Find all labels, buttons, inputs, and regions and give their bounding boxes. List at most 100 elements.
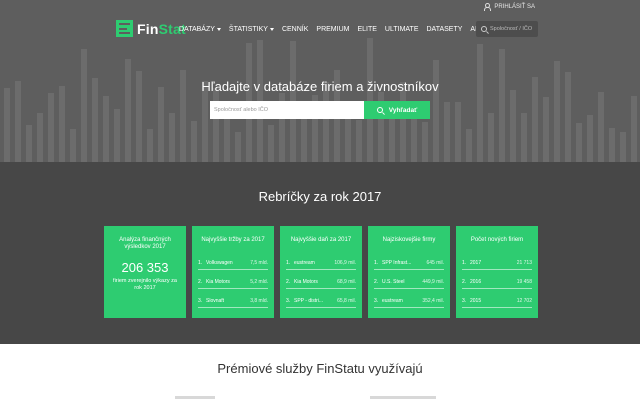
background-bar <box>59 86 65 162</box>
hero-section: PRIHLÁSIŤ SA FinStat DATABÁZY ŠTATISTIKY… <box>0 0 640 162</box>
background-bar <box>554 61 560 162</box>
nav-item-ultimate[interactable]: ULTIMATE <box>385 26 419 33</box>
value: 68,9 mil. <box>337 278 356 285</box>
background-bar <box>235 132 241 162</box>
header-search-placeholder: Spoločnosť / IČO <box>490 26 533 32</box>
background-bar <box>433 60 439 162</box>
rank: 3. <box>462 297 467 304</box>
ranking-card-ziskove[interactable]: Najziskovejšie firmy 1. SPP Infrast... 645… <box>368 226 450 318</box>
card-title: Počet nových firiem <box>470 237 524 243</box>
value: 12 702 <box>516 297 532 304</box>
card-big-number: 206 353 <box>121 260 169 276</box>
background-bar <box>268 125 274 162</box>
background-bar <box>488 113 494 162</box>
background-bar <box>510 90 516 162</box>
company-name: SPP - distri... <box>294 297 324 304</box>
nav-item-datasety[interactable]: DATASETY <box>427 26 463 33</box>
list-item[interactable]: 1. 2017 21 713 <box>462 256 532 270</box>
background-bar <box>587 115 593 162</box>
background-bar <box>114 109 120 162</box>
background-bar <box>598 92 604 162</box>
value: 21 713 <box>516 259 532 266</box>
list-item[interactable]: 2. U.S. Steel 449,9 mil. <box>374 275 444 289</box>
hero-search-button[interactable]: Vyhľadať <box>364 101 430 119</box>
background-bar <box>191 121 197 162</box>
background-bar <box>444 102 450 162</box>
background-bar <box>48 93 54 162</box>
nav-item-cennik[interactable]: CENNÍK <box>282 26 308 33</box>
rank: 1. <box>198 259 203 266</box>
finstat-logo-icon <box>116 20 133 37</box>
hero-search-button-label: Vyhľadať <box>388 106 418 114</box>
ranking-card-dan[interactable]: Najvyššie daň za 2017 1. eustream 106,9 mi… <box>280 226 362 318</box>
card-title: Najziskovejšie firmy <box>382 237 436 243</box>
nav-item-elite[interactable]: ELITE <box>357 26 376 33</box>
list-item[interactable]: 1. Volkswagen 7,5 mld. <box>198 256 268 270</box>
hero-title: Hľadajte v databáze firiem a živnostníko… <box>201 79 439 94</box>
rank: 3. <box>198 297 203 304</box>
rank: 3. <box>286 297 291 304</box>
rank: 2. <box>286 278 291 285</box>
background-bar <box>620 132 626 162</box>
nav-item-premium[interactable]: PREMIUM <box>316 26 349 33</box>
card-title: Najvyššie daň za 2017 <box>290 237 352 243</box>
ranking-card-nove-firmy[interactable]: Počet nových firiem 1. 2017 21 713 2. 2016 1… <box>456 226 538 318</box>
list-item[interactable]: 2. 2016 19 458 <box>462 275 532 289</box>
card-title: Analýza finančných výsledkov 2017 <box>119 237 171 251</box>
background-bar <box>125 59 131 162</box>
company-name: Volkswagen <box>206 259 233 266</box>
list-item[interactable]: 3. SPP - distri... 65,8 mil. <box>286 294 356 308</box>
nav-item-statistiky[interactable]: ŠTATISTIKY <box>229 26 274 33</box>
background-bar <box>323 82 329 162</box>
chevron-down-icon <box>269 27 274 31</box>
list-item[interactable]: 2. Kia Motors 5,2 mld. <box>198 275 268 289</box>
company-name: U.S. Steel <box>382 278 405 285</box>
list-item[interactable]: 3. 2015 12 702 <box>462 294 532 308</box>
rank: 3. <box>374 297 379 304</box>
nav-item-databazy[interactable]: DATABÁZY <box>179 26 221 33</box>
header-search-input[interactable]: Spoločnosť / IČO <box>476 21 538 37</box>
ranking-card-trzby[interactable]: Najvyššie tržby za 2017 1. Volkswagen 7,5 … <box>192 226 274 318</box>
value: 352,4 mil. <box>422 297 444 304</box>
background-bar <box>466 129 472 162</box>
background-bar <box>81 49 87 162</box>
background-bar <box>543 97 549 162</box>
company-name: eustream <box>382 297 403 304</box>
year: 2017 <box>470 259 482 266</box>
background-bar <box>477 44 483 162</box>
background-bar <box>301 118 307 162</box>
company-name: Kia Motors <box>206 278 230 285</box>
background-bar <box>609 128 615 162</box>
value: 5,2 mld. <box>250 278 268 285</box>
company-name: SPP Infrast... <box>382 259 412 266</box>
background-bar <box>455 102 461 162</box>
background-bar <box>224 119 230 162</box>
search-icon <box>481 26 487 32</box>
list-item[interactable]: 2. Kia Motors 68,9 mil. <box>286 275 356 289</box>
rank: 2. <box>198 278 203 285</box>
brand-name-part1: Fin <box>137 20 159 37</box>
login-link[interactable]: PRIHLÁSIŤ SA <box>483 3 535 11</box>
value: 106,9 mil. <box>334 259 356 266</box>
background-bar-chart <box>0 32 640 162</box>
list-item[interactable]: 1. eustream 106,9 mil. <box>286 256 356 270</box>
ranking-card-analyza[interactable]: Analýza finančných výsledkov 2017 206 35… <box>104 226 186 318</box>
background-bar <box>213 88 219 162</box>
finstat-logo[interactable]: FinStat <box>116 20 186 37</box>
premium-client-stub <box>175 396 215 399</box>
login-label: PRIHLÁSIŤ SA <box>494 3 535 10</box>
company-name: Kia Motors <box>294 278 318 285</box>
background-bar <box>158 87 164 162</box>
year: 2016 <box>470 278 482 285</box>
background-bar <box>37 113 43 162</box>
hero-search-input[interactable]: Spoločnosť alebo IČO <box>210 101 364 119</box>
background-bar <box>103 96 109 162</box>
list-item[interactable]: 1. SPP Infrast... 645 mil. <box>374 256 444 270</box>
background-bar <box>70 129 76 162</box>
background-bar <box>576 123 582 162</box>
list-item[interactable]: 3. eustream 352,4 mil. <box>374 294 444 308</box>
rank: 2. <box>462 278 467 285</box>
nav-label: ŠTATISTIKY <box>228 26 268 33</box>
list-item[interactable]: 3. Slovnaft 3,8 mld. <box>198 294 268 308</box>
rank: 2. <box>374 278 379 285</box>
